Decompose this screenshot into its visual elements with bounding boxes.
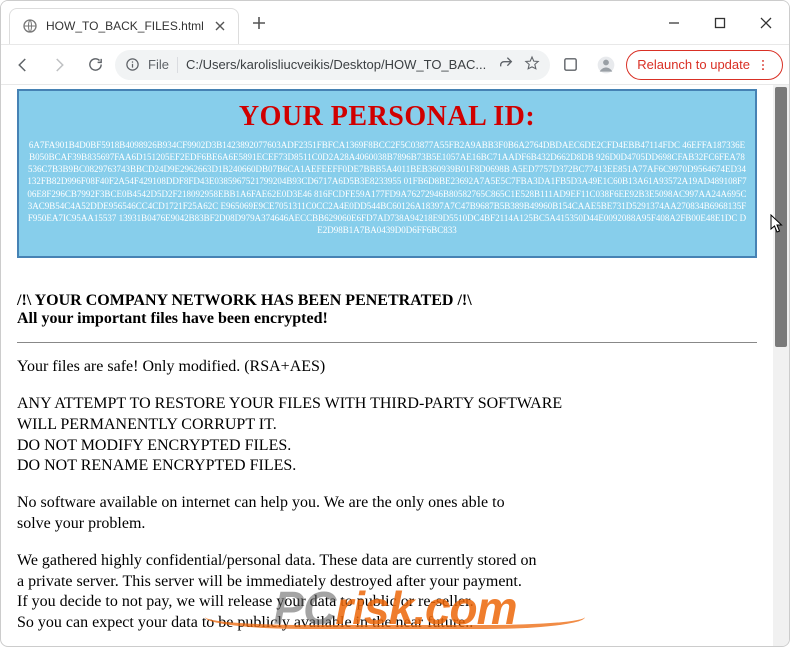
no-software-block: No software available on internet can he… — [17, 493, 757, 535]
address-path: C:/Users/karolisliucveikis/Desktop/HOW_T… — [186, 57, 490, 72]
nav-reload-button[interactable] — [79, 49, 111, 81]
page-content: YOUR PERSONAL ID: 6A7FA901B4D0BF5918B409… — [1, 85, 773, 646]
files-safe-line: Your files are safe! Only modified. (RSA… — [17, 357, 757, 378]
share-icon[interactable] — [498, 55, 514, 74]
cursor-icon — [770, 214, 784, 239]
encrypted-heading: All your important files have been encry… — [17, 310, 757, 328]
relaunch-label: Relaunch to update — [637, 57, 750, 72]
bookmark-star-icon[interactable] — [524, 55, 540, 74]
nav-forward-button[interactable] — [43, 49, 75, 81]
titlebar: HOW_TO_BACK_FILES.html — [1, 1, 789, 45]
toolbar: File C:/Users/karolisliucveikis/Desktop/… — [1, 45, 789, 85]
address-separator — [177, 57, 178, 73]
penetrated-heading: /!\ YOUR COMPANY NETWORK HAS BEEN PENETR… — [17, 292, 757, 310]
file-page-icon — [22, 18, 38, 34]
extensions-icon[interactable] — [554, 49, 586, 81]
profile-avatar-icon[interactable] — [590, 49, 622, 81]
site-info-icon[interactable] — [125, 57, 140, 72]
warning-block: ANY ATTEMPT TO RESTORE YOUR FILES WITH T… — [17, 394, 757, 477]
browser-tab[interactable]: HOW_TO_BACK_FILES.html — [9, 8, 239, 44]
new-tab-button[interactable] — [245, 9, 273, 37]
address-bar[interactable]: File C:/Users/karolisliucveikis/Desktop/… — [115, 50, 550, 80]
tab-close-icon[interactable] — [212, 18, 228, 34]
tab-title: HOW_TO_BACK_FILES.html — [46, 19, 204, 33]
relaunch-to-update-button[interactable]: Relaunch to update — [626, 50, 783, 80]
data-gathered-block: We gathered highly confidential/personal… — [17, 551, 757, 634]
personal-id-value: 6A7FA901B4D0BF5918B4098926B934CF9902D3B1… — [27, 139, 747, 236]
address-prefix: File — [148, 57, 169, 72]
window-minimize-button[interactable] — [651, 1, 697, 45]
window-maximize-button[interactable] — [697, 1, 743, 45]
personal-id-panel: YOUR PERSONAL ID: 6A7FA901B4D0BF5918B409… — [17, 89, 757, 258]
vertical-scrollbar[interactable] — [773, 85, 789, 646]
nav-back-button[interactable] — [7, 49, 39, 81]
menu-dots-icon[interactable] — [754, 58, 772, 72]
separator-line — [17, 342, 757, 343]
personal-id-heading: YOUR PERSONAL ID: — [27, 101, 747, 133]
window-close-button[interactable] — [743, 1, 789, 45]
